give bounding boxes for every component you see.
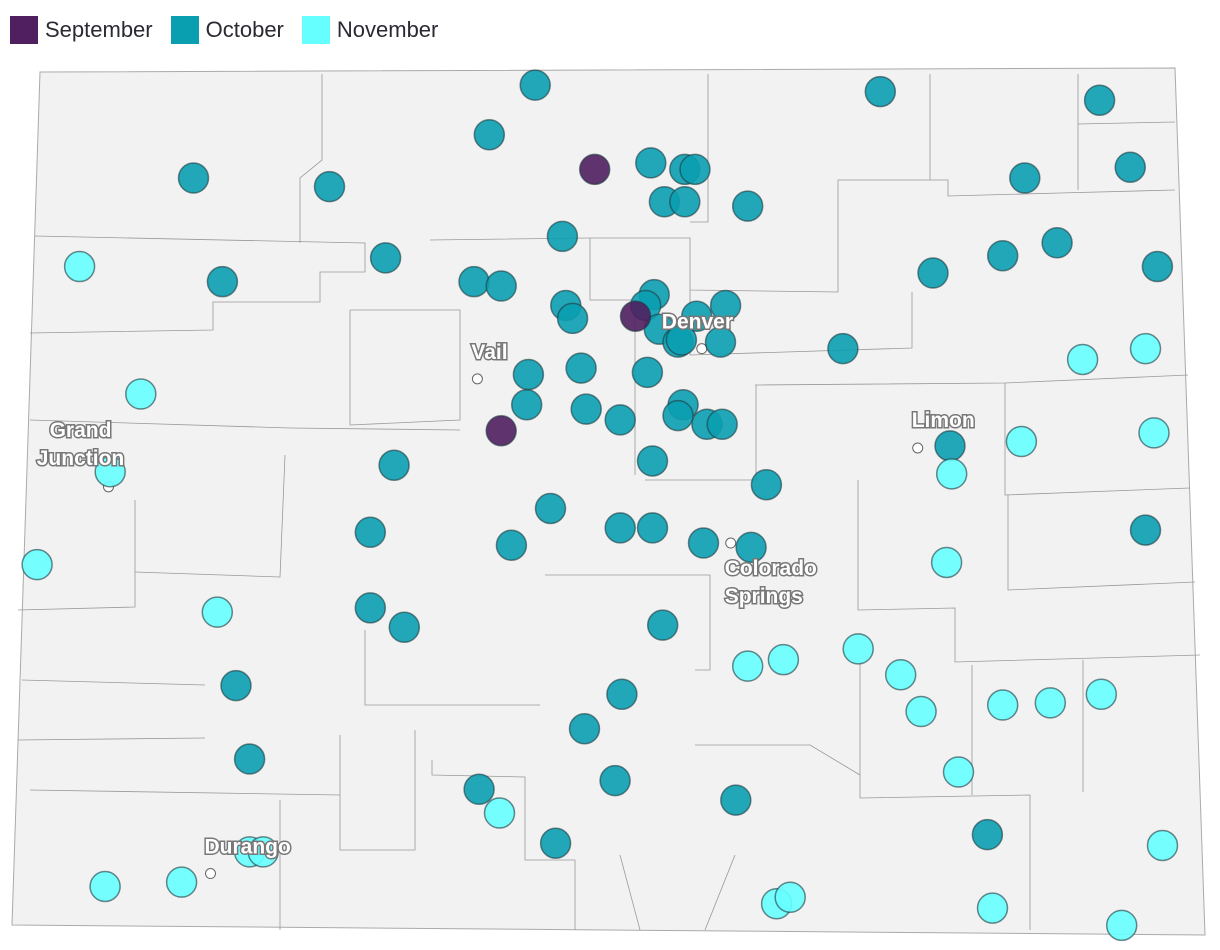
point-november[interactable] <box>1105 909 1138 942</box>
point-october[interactable] <box>636 445 669 477</box>
point-october[interactable] <box>864 75 897 108</box>
point-october[interactable] <box>1129 514 1162 546</box>
point-september[interactable] <box>578 153 611 186</box>
point-november[interactable] <box>731 650 764 682</box>
point-october[interactable] <box>534 492 567 525</box>
point-november[interactable] <box>774 881 806 914</box>
point-october[interactable] <box>646 609 679 641</box>
point-october[interactable] <box>986 240 1019 272</box>
city-marker <box>912 442 924 454</box>
point-october[interactable] <box>495 529 528 561</box>
point-october[interactable] <box>369 242 402 274</box>
city-label: Springs <box>725 585 803 608</box>
city-marker <box>205 868 216 880</box>
point-november[interactable] <box>1085 678 1118 710</box>
point-october[interactable] <box>662 399 694 432</box>
point-november[interactable] <box>1146 829 1179 862</box>
point-september[interactable] <box>619 300 652 332</box>
point-october[interactable] <box>388 611 421 644</box>
point-november[interactable] <box>942 756 975 788</box>
point-october[interactable] <box>636 512 669 544</box>
colorado-map: Denver Vail Grand Junction Limon Colorado Spri… <box>11 67 1206 942</box>
point-october[interactable] <box>631 356 664 389</box>
point-october[interactable] <box>512 358 545 391</box>
point-october[interactable] <box>473 119 506 151</box>
point-november[interactable] <box>930 546 963 579</box>
point-november[interactable] <box>125 378 157 410</box>
point-november[interactable] <box>1138 417 1170 449</box>
point-october[interactable] <box>1114 151 1146 183</box>
point-october[interactable] <box>220 669 252 702</box>
point-october[interactable] <box>679 153 711 186</box>
point-october[interactable] <box>934 430 966 462</box>
point-october[interactable] <box>750 468 783 501</box>
point-october[interactable] <box>706 408 738 440</box>
point-november[interactable] <box>1066 343 1099 376</box>
point-november[interactable] <box>21 548 53 581</box>
state-shape <box>11 67 1206 936</box>
point-october[interactable] <box>669 186 701 218</box>
point-october[interactable] <box>1041 227 1073 259</box>
point-october[interactable] <box>971 818 1004 851</box>
point-november[interactable] <box>842 633 874 665</box>
point-october[interactable] <box>519 69 551 101</box>
point-september[interactable] <box>485 414 517 447</box>
state-outline <box>11 67 1206 936</box>
point-october[interactable] <box>539 827 572 860</box>
point-october[interactable] <box>485 270 517 302</box>
point-october[interactable] <box>720 784 752 816</box>
city-label: Durango <box>205 836 291 859</box>
point-november[interactable] <box>1005 425 1038 458</box>
point-october[interactable] <box>1009 162 1041 194</box>
point-november[interactable] <box>976 892 1009 924</box>
point-november[interactable] <box>935 458 968 490</box>
point-october[interactable] <box>1083 84 1116 116</box>
point-november[interactable] <box>1129 332 1162 365</box>
city-label: Colorado <box>725 557 817 580</box>
point-october[interactable] <box>378 449 410 482</box>
point-october[interactable] <box>604 404 636 436</box>
point-november[interactable] <box>1034 687 1067 719</box>
point-november[interactable] <box>63 250 96 283</box>
point-november[interactable] <box>986 689 1019 721</box>
point-october[interactable] <box>917 257 949 289</box>
point-october[interactable] <box>313 170 346 203</box>
point-october[interactable] <box>233 743 266 775</box>
point-october[interactable] <box>635 147 667 179</box>
point-october[interactable] <box>1141 250 1174 283</box>
city-label: Vail <box>471 341 507 364</box>
point-october[interactable] <box>599 764 631 797</box>
point-october[interactable] <box>458 265 490 298</box>
point-october[interactable] <box>606 678 638 710</box>
point-october[interactable] <box>354 516 387 548</box>
point-october[interactable] <box>206 265 239 298</box>
city-label: Denver <box>662 311 733 334</box>
city-marker <box>471 373 483 385</box>
point-november[interactable] <box>165 866 198 898</box>
point-november[interactable] <box>767 643 800 676</box>
point-november[interactable] <box>905 695 937 728</box>
point-october[interactable] <box>354 592 387 624</box>
point-october[interactable] <box>687 527 720 559</box>
point-november[interactable] <box>884 659 917 691</box>
point-october[interactable] <box>731 190 764 222</box>
city-marker <box>725 537 737 549</box>
point-november[interactable] <box>201 596 234 628</box>
point-october[interactable] <box>565 352 597 384</box>
city-label: Grand <box>50 419 112 442</box>
city-label: Limon <box>912 409 975 432</box>
point-october[interactable] <box>546 220 579 253</box>
point-october[interactable] <box>556 302 589 335</box>
point-october[interactable] <box>570 393 602 425</box>
point-october[interactable] <box>463 773 495 806</box>
point-october[interactable] <box>827 332 859 365</box>
point-november[interactable] <box>483 797 516 829</box>
point-october[interactable] <box>604 512 636 544</box>
point-october[interactable] <box>177 162 210 194</box>
point-october[interactable] <box>568 713 601 745</box>
point-october[interactable] <box>510 389 543 421</box>
point-november[interactable] <box>89 870 121 903</box>
city-label: Junction <box>37 447 125 470</box>
